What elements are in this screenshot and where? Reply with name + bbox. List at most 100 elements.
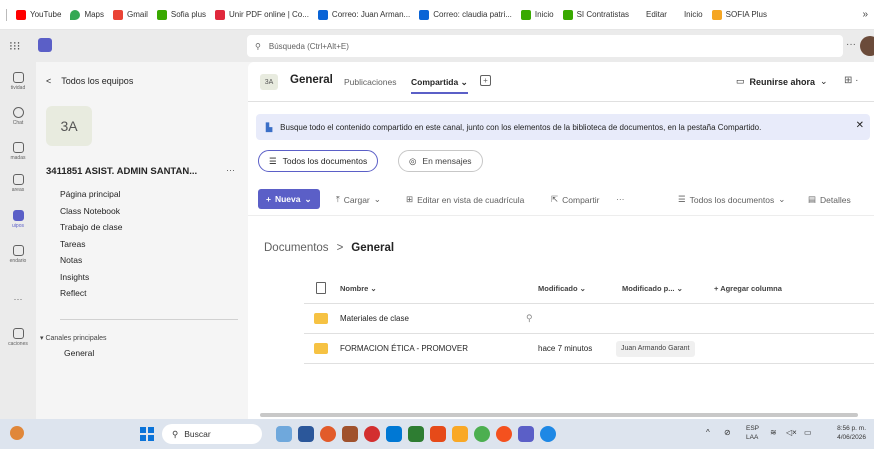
nav-item-insights[interactable]: Insights (60, 269, 123, 286)
system-clock[interactable]: 8:56 p. m. 4/06/2026 (822, 424, 866, 442)
tray-overflow-icon[interactable]: ^ (706, 428, 710, 437)
row-name[interactable]: FORMACION ÉTICA - PROMOVER (340, 344, 468, 353)
nav-item-assignments[interactable]: Tareas (60, 236, 123, 253)
rail-activity[interactable]: tividad (0, 72, 36, 91)
wifi-icon[interactable]: ≋ (770, 428, 777, 437)
app-icon[interactable] (430, 426, 446, 442)
grid-edit-button[interactable]: ⊞ Editar en vista de cuadrícula (406, 194, 524, 205)
bookmark-inicio[interactable]: Inicio (520, 9, 554, 20)
app-icon[interactable] (342, 426, 358, 442)
bookmark-inicio-2[interactable]: Inicio (684, 10, 703, 19)
tray-app-icon[interactable]: ⊘ (724, 428, 731, 437)
rail-teams[interactable]: uipos (0, 210, 36, 229)
upload-button[interactable]: ⤒ Cargar ⌄ (336, 194, 381, 205)
bookmark-si-contratistas[interactable]: SI Contratistas (562, 9, 629, 20)
user-avatar[interactable] (860, 36, 874, 56)
excel-icon[interactable] (408, 426, 424, 442)
close-icon[interactable]: ✕ (856, 120, 864, 131)
rail-apps[interactable]: caciones (0, 328, 36, 347)
language-indicator[interactable]: ESP LAA (746, 424, 759, 442)
bookmarks-overflow-button[interactable]: » (862, 9, 868, 20)
file-type-icon (316, 282, 326, 294)
chevron-down-icon: ⌄ (458, 77, 468, 87)
more-options-icon[interactable]: ··· (846, 39, 856, 50)
widgets-icon[interactable] (276, 426, 292, 442)
outlook-icon (317, 9, 328, 20)
nav-item-classwork[interactable]: Trabajo de clase (60, 219, 123, 236)
notification-alert-icon[interactable] (10, 426, 24, 440)
team-name[interactable]: 3411851 ASIST. ADMIN SANTAN... (46, 166, 197, 177)
search-box[interactable]: ⚲ Búsqueda (Ctrl+Alt+E) (247, 35, 843, 57)
list-icon: ☰ (269, 155, 277, 166)
rail-more[interactable]: ··· (0, 294, 36, 304)
teams-icon[interactable] (518, 426, 534, 442)
chrome-icon[interactable] (474, 426, 490, 442)
add-column-button[interactable]: + Agregar columna (714, 284, 782, 293)
bookmark-correo-juan[interactable]: Correo: Juan Arman... (317, 9, 410, 20)
team-avatar: 3A (46, 106, 92, 146)
bookmark-youtube[interactable]: YouTube (16, 9, 61, 20)
rail-chat[interactable]: Chat (0, 107, 36, 126)
bookmark-unir-pdf[interactable]: Unir PDF online | Co... (215, 9, 309, 20)
explorer-icon[interactable] (298, 426, 314, 442)
rail-calendar[interactable]: endario (0, 245, 36, 264)
bookmark-gmail[interactable]: Gmail (113, 9, 148, 20)
tab-posts[interactable]: Publicaciones (344, 77, 396, 87)
edge-icon[interactable] (540, 426, 556, 442)
horizontal-scrollbar[interactable] (260, 413, 858, 417)
sofia-icon (156, 9, 167, 20)
outlook-icon[interactable] (386, 426, 402, 442)
bookmark-correo-claudia[interactable]: Correo: claudia patri... (419, 9, 512, 20)
team-more-button[interactable]: ··· (226, 165, 235, 175)
new-button[interactable]: + Nueva ⌄ (258, 189, 320, 209)
team-nav: Página principal Class Notebook Trabajo … (60, 186, 123, 302)
grid-icon: ⊞ (406, 194, 414, 204)
youtube-icon (16, 9, 26, 20)
nav-item-grades[interactable]: Notas (60, 252, 123, 269)
filter-in-messages[interactable]: ◎ En mensajes (398, 150, 483, 172)
column-name[interactable]: Nombre ⌄ (340, 284, 377, 293)
tab-shared[interactable]: Compartida ⌄ (411, 77, 468, 94)
battery-icon[interactable]: ▭ (804, 428, 812, 437)
bookmark-editar[interactable]: Editar (646, 10, 667, 19)
rail-tasks[interactable]: areas (0, 174, 36, 193)
bookmark-sofia-plus-2[interactable]: SOFIA Plus (711, 9, 767, 20)
firefox-icon[interactable] (320, 426, 336, 442)
rail-calls[interactable]: madas (0, 142, 36, 161)
chevron-left-icon: < (46, 76, 52, 86)
bookmark-sofia-plus[interactable]: Sofia plus (156, 9, 206, 20)
filter-all-documents[interactable]: ☰ Todos los documentos (258, 150, 379, 172)
add-tab-button[interactable]: + (480, 75, 491, 86)
nav-item-home[interactable]: Página principal (60, 186, 123, 203)
channel-item-general[interactable]: General (64, 348, 94, 358)
file-manager-icon[interactable] (452, 426, 468, 442)
back-to-teams[interactable]: < Todos los equipos (46, 76, 133, 86)
channel-content: 3A General Publicaciones Compartida ⌄ + … (248, 62, 874, 419)
windows-start-icon[interactable] (140, 427, 154, 441)
nav-item-reflect[interactable]: Reflect (60, 285, 123, 302)
bookmark-maps[interactable]: Maps (70, 9, 104, 20)
channel-info-icon[interactable]: ⊞ · (844, 75, 859, 86)
column-modified[interactable]: Modificado ⌄ (538, 284, 586, 293)
details-button[interactable]: ▤ Detalles (808, 194, 851, 205)
meet-now-button[interactable]: ▭ Reunirse ahora ⌄ (736, 76, 828, 87)
more-commands-button[interactable]: ··· (616, 194, 625, 204)
app-launcher-icon[interactable]: ⁝⁝⁝ (9, 39, 20, 53)
column-modified-by[interactable]: Modificado p... ⌄ (622, 284, 683, 293)
taskbar-search[interactable]: ⚲ Buscar (162, 424, 262, 444)
nav-item-class-notebook[interactable]: Class Notebook (60, 203, 123, 220)
share-button[interactable]: ⇱ Compartir (551, 194, 599, 205)
channels-header[interactable]: ▾ Canales principales (40, 334, 107, 342)
opera-icon[interactable] (364, 426, 380, 442)
search-icon: ⚲ (172, 428, 179, 439)
breadcrumb-root[interactable]: Documentos (264, 242, 329, 254)
table-row[interactable]: Materiales de clase ⚲ (304, 304, 874, 334)
app-icon[interactable] (496, 426, 512, 442)
table-row[interactable]: FORMACION ÉTICA - PROMOVER hace 7 minuto… (304, 334, 874, 364)
view-selector[interactable]: ☰ Todos los documentos ⌄ (678, 194, 785, 205)
volume-icon[interactable]: ◁× (786, 428, 797, 437)
details-icon: ▤ (808, 194, 817, 204)
row-name[interactable]: Materiales de clase (340, 314, 409, 323)
row-modified-by[interactable]: Juan Armando Garant (616, 341, 695, 357)
upload-icon: ⤒ (336, 194, 340, 204)
